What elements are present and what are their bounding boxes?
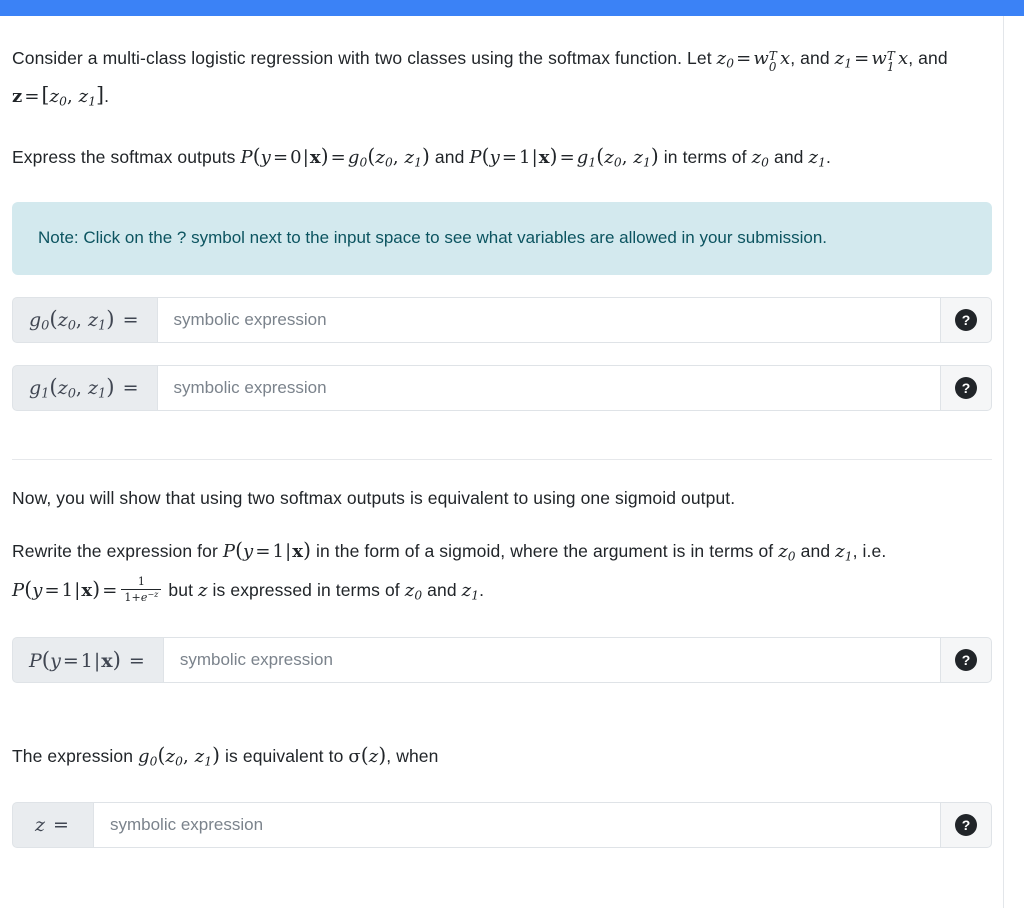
math-z0-def: z0 = w T 0 x [716,48,791,74]
rewrite-text-8: . [479,579,485,600]
math-label-g0: g0(z0, z1) = [29,306,139,334]
py1-expression-input[interactable] [177,649,940,672]
rewrite-text-3: and [795,541,836,562]
math-P-y0: P(y = 0|x) = g0(z0, z1) [240,143,430,170]
question-mark-icon: ? [955,813,977,836]
question-mark-icon: ? [955,649,977,672]
math-z1-ref3: z1 [461,579,480,603]
math-z-ref: z [198,579,208,601]
rewrite-text-4: , i.e. [852,541,887,562]
express-text-3: in terms of [658,146,752,167]
express-text-4: and [769,146,809,167]
express-paragraph: Express the softmax outputs P(y = 0|x) = g0(… [12,140,992,178]
question-mark-icon: ? [955,377,977,400]
input-field-wrapper-g0[interactable] [156,297,940,344]
input-prefix-z: z = [12,801,93,848]
math-z0-ref: z0 [751,146,770,170]
math-sigmoid-fraction: 1 1+e−z [121,575,162,605]
intro-text-1: Consider a multi-class logistic regressi… [12,48,717,68]
input-group-py1: P(y=1|x) = ? [12,637,992,684]
intro-text-2: , and [790,48,835,68]
help-button-z[interactable]: ? [940,801,992,848]
z-expression-input[interactable] [107,813,940,836]
page-body: Consider a multi-class logistic regressi… [0,16,1024,908]
section2-intro: Now, you will show that using two softma… [12,482,992,514]
input-group-z: z = ? [12,801,992,848]
math-z1-ref: z1 [808,146,826,170]
section3-text-3: , when [386,746,439,767]
math-sigma-z: σ(z) [348,743,387,768]
help-button-py1[interactable]: ? [940,637,992,684]
question-mark-icon: ? [955,309,977,332]
rewrite-text-7: and [422,579,462,600]
input-prefix-g0: g0(z0, z1) = [12,297,157,344]
express-text-2: and [429,146,470,167]
input-group-g1: g1(z0, z1) = ? [12,365,992,412]
math-sigmoid-form: P(y = 1|x) = [12,576,118,601]
viewport-right-rule [1003,16,1004,908]
note-text: Note: Click on the ? symbol next to the … [38,228,828,248]
section3-text-2: is equivalent to [220,746,349,767]
input-field-wrapper-py1[interactable] [162,637,940,684]
intro-text-4: . [104,86,110,107]
note-callout: Note: Click on the ? symbol next to the … [12,202,992,276]
rewrite-text-2: in the form of a sigmoid, where the argu… [311,541,779,562]
math-label-g1: g1(z0, z1) = [29,374,139,402]
math-label-py1: P(y = 1|x) = [29,647,145,673]
input-group-g0: g0(z0, z1) = ? [12,297,992,344]
math-P-y1: P(y = 1|x) = g1(z0, z1) [469,143,659,170]
input-field-wrapper-z[interactable] [92,801,940,848]
math-z-vector: z =[z0, z1] [12,83,105,109]
top-accent-bar [0,0,1024,16]
math-g0-ref: g0(z0, z1) [138,743,221,769]
express-text-1: Express the softmax outputs [12,146,241,167]
input-prefix-g1: g1(z0, z1) = [12,365,157,412]
section-divider [12,459,992,461]
question-content: Consider a multi-class logistic regressi… [12,16,992,848]
rewrite-paragraph: Rewrite the expression for P(y = 1|x) in t… [12,534,992,611]
g0-expression-input[interactable] [171,309,940,332]
section3-text-1: The expression [12,746,139,767]
input-field-wrapper-g1[interactable] [156,365,940,412]
math-z0-ref2: z0 [778,541,796,564]
math-z0-ref3: z0 [404,579,423,603]
intro-text-3: , and [908,48,948,68]
g1-expression-input[interactable] [171,377,940,400]
help-button-g1[interactable]: ? [940,365,992,412]
help-button-g0[interactable]: ? [940,297,992,344]
section3-paragraph: The expression g0(z0, z1) is equivalent … [12,739,992,777]
math-label-z: z = [35,813,69,836]
math-z1-ref2: z1 [835,541,853,564]
input-prefix-py1: P(y = 1|x) = [12,637,163,684]
rewrite-text-1: Rewrite the expression for [12,541,223,562]
fraction-denominator: 1+e−z [121,589,162,605]
rewrite-text-6: is expressed in terms of [207,579,405,600]
section2-intro-text: Now, you will show that using two softma… [12,488,736,509]
intro-paragraph: Consider a multi-class logistic regressi… [12,42,992,118]
math-z1-def: z1 = w T 1 x [834,48,909,74]
rewrite-text-5: but [163,579,198,600]
express-text-5: . [825,146,831,167]
fraction-numerator: 1 [137,575,145,589]
math-P-y1-ref: P(y = 1|x) [222,538,312,563]
